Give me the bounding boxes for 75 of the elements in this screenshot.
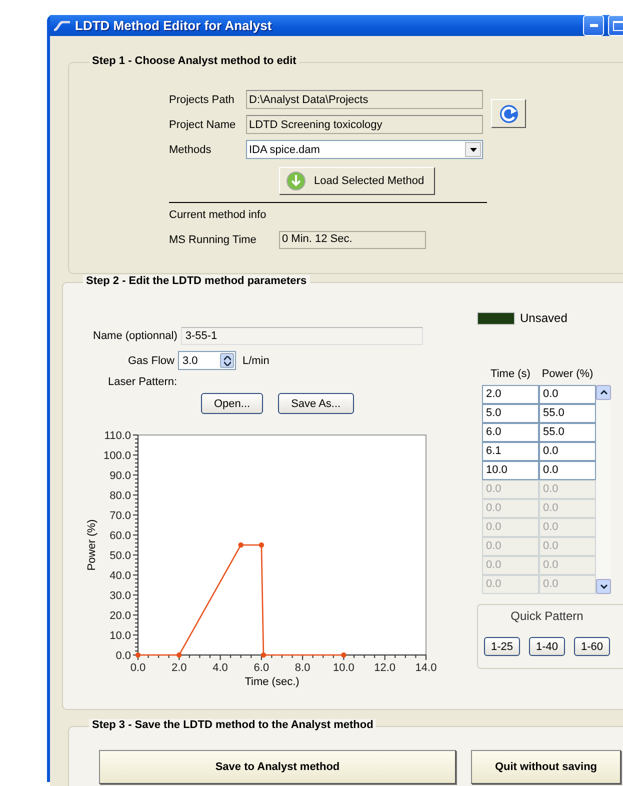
text-field[interactable]: LDTD Screening toxicology (246, 115, 483, 134)
tick-label: 0.0 (130, 662, 146, 674)
field-label: MS Running Time (169, 234, 258, 246)
section-heading: Current method info (169, 209, 268, 223)
quick-pattern-button[interactable]: 1-60 (574, 637, 610, 656)
table-cell: 0.0 (482, 480, 539, 499)
tick-label: 80.0 (110, 490, 131, 502)
axis-title: Power (%) (86, 519, 98, 571)
table-cell[interactable]: 0.0 (539, 461, 596, 480)
tick-label: 12.0 (374, 662, 396, 674)
table-cell: 0.0 (539, 480, 596, 499)
gas-flow-spinner[interactable]: 3.0 (178, 351, 236, 370)
table-cell[interactable]: 55.0 (539, 423, 596, 442)
panel-title: Quick Pattern (510, 609, 584, 623)
tick-label: 30.0 (110, 590, 131, 602)
method-dropdown[interactable]: IDA spice.dam (246, 140, 483, 159)
tick-label: 70.0 (110, 510, 131, 522)
table-cell: 0.0 (539, 518, 596, 537)
table-cell[interactable]: 6.0 (482, 423, 539, 442)
field-label: Methods (169, 144, 212, 156)
table-cell: 0.0 (539, 575, 596, 594)
field-label: Gas Flow (128, 354, 174, 366)
table-cell: 0.0 (539, 499, 596, 518)
tick-label: 4.0 (212, 662, 228, 674)
tick-label: 50.0 (110, 550, 131, 562)
column-header: Time (s) (490, 368, 532, 382)
pattern-file-button[interactable]: Save As... (278, 393, 354, 414)
field-label: Name (optionnal) (93, 330, 178, 342)
field-label: Projects Path (169, 94, 236, 106)
text-field[interactable]: D:\Analyst Data\Projects (246, 90, 483, 109)
tick-label: 60.0 (110, 530, 131, 542)
tick-label: 14.0 (415, 662, 437, 674)
tick-label: 0.0 (116, 650, 131, 662)
field-label: Laser Pattern: (108, 376, 178, 388)
field-label: Project Name (169, 118, 237, 130)
tick-label: 20.0 (110, 610, 131, 622)
column-header: Power (%) (540, 368, 594, 382)
load-method-button[interactable]: Load Selected Method (279, 167, 435, 195)
table-cell: 0.0 (539, 537, 596, 556)
quick-pattern-button[interactable]: 1-25 (484, 637, 520, 656)
table-cell[interactable]: 10.0 (482, 461, 539, 480)
readonly-field: 0 Min. 12 Sec. (279, 230, 426, 248)
tick-label: 90.0 (110, 470, 131, 482)
table-cell[interactable]: 5.0 (482, 404, 539, 423)
table-cell[interactable]: 6.1 (482, 442, 539, 461)
table-cell[interactable]: 55.0 (539, 404, 596, 423)
tick-label: 110.0 (104, 430, 131, 442)
window-title: LDTD Method Editor for Analyst (75, 18, 273, 33)
table-cell: 0.0 (539, 556, 596, 575)
tick-label: 8.0 (294, 662, 310, 674)
table-cell[interactable]: 0.0 (539, 385, 596, 404)
save-button[interactable]: Save to Analyst method (99, 750, 456, 784)
table-cell: 0.0 (482, 518, 539, 537)
table-cell: 0.0 (482, 537, 539, 556)
section-legend: Step 2 - Edit the LDTD method parameters (83, 275, 310, 287)
name-field[interactable]: 3-55-1 (181, 326, 424, 344)
tick-label: 6.0 (254, 662, 270, 674)
tick-label: 10.0 (110, 630, 131, 642)
tick-label: 10.0 (333, 662, 354, 674)
table-cell: 0.0 (482, 575, 539, 594)
tick-label: 100.0 (103, 450, 131, 462)
table-cell[interactable]: 2.0 (482, 385, 539, 404)
quick-pattern-button[interactable]: 1-40 (528, 637, 566, 656)
unit-label: L/min (242, 354, 270, 366)
section-legend: Step 3 - Save the LDTD method to the Analyst method (89, 719, 376, 731)
section-legend: Step 1 - Choose Analyst method to edit (89, 55, 300, 67)
pattern-file-button[interactable]: Open... (201, 393, 264, 414)
axis-title: Time (sec.) (244, 676, 300, 688)
status-label: Unsaved (520, 311, 568, 325)
table-cell: 0.0 (482, 556, 539, 575)
tick-label: 40.0 (110, 570, 131, 582)
table-cell: 0.0 (482, 499, 539, 518)
table-cell[interactable]: 0.0 (539, 442, 596, 461)
quit-button[interactable]: Quit without saving (471, 750, 621, 784)
tick-label: 2.0 (172, 662, 187, 674)
